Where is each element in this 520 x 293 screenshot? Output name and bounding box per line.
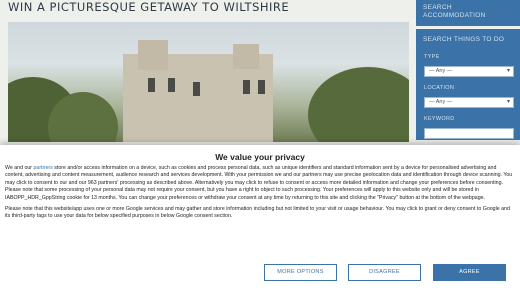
manor-window <box>193 82 200 96</box>
consent-body: We and our partners store and/or access … <box>5 165 515 220</box>
disagree-button[interactable]: DISAGREE <box>348 264 421 281</box>
location-select[interactable]: — Any — ▾ <box>424 97 514 108</box>
chevron-down-icon: ▾ <box>506 68 510 74</box>
location-select-value: — Any — <box>429 99 453 105</box>
sidebar-divider <box>416 26 520 29</box>
type-select-value: — Any — <box>429 68 453 74</box>
tree-right <box>308 67 409 142</box>
manor-tower-right <box>233 44 259 69</box>
consent-paragraph-2: Please note that this website/app uses o… <box>5 205 510 219</box>
keyword-label: KEYWORD <box>424 116 455 122</box>
manor-window <box>148 78 155 92</box>
search-accommodation-line1: SEARCH <box>423 4 452 11</box>
type-label: TYPE <box>424 54 440 60</box>
search-accommodation-link[interactable]: SEARCH ACCOMMODATION <box>423 4 486 20</box>
consent-title: We value your privacy <box>215 152 305 162</box>
more-options-button[interactable]: MORE OPTIONS <box>264 264 337 281</box>
consent-text: store and/or access information on a dev… <box>5 165 513 201</box>
hero-image <box>8 22 409 142</box>
search-sidebar: SEARCH ACCOMMODATION SEARCH THINGS TO DO… <box>416 0 520 140</box>
search-accommodation-line2: ACCOMMODATION <box>423 12 486 19</box>
manor-window <box>243 80 250 94</box>
location-label: LOCATION <box>424 85 455 91</box>
search-things-to-do-link[interactable]: SEARCH THINGS TO DO <box>423 36 504 44</box>
keyword-input[interactable] <box>424 128 514 139</box>
manor-window <box>258 80 265 94</box>
manor-tower-left <box>138 40 168 70</box>
type-select[interactable]: — Any — ▾ <box>424 66 514 77</box>
consent-text: We and our <box>5 165 34 171</box>
partners-link[interactable]: partners <box>34 165 53 171</box>
manor-window <box>168 78 175 92</box>
page-headline: WIN A PICTURESQUE GETAWAY TO WILTSHIRE <box>8 0 290 14</box>
consent-paragraph-1: We and our partners store and/or access … <box>5 165 515 202</box>
chevron-down-icon: ▾ <box>506 99 510 105</box>
agree-button[interactable]: AGREE <box>433 264 506 281</box>
